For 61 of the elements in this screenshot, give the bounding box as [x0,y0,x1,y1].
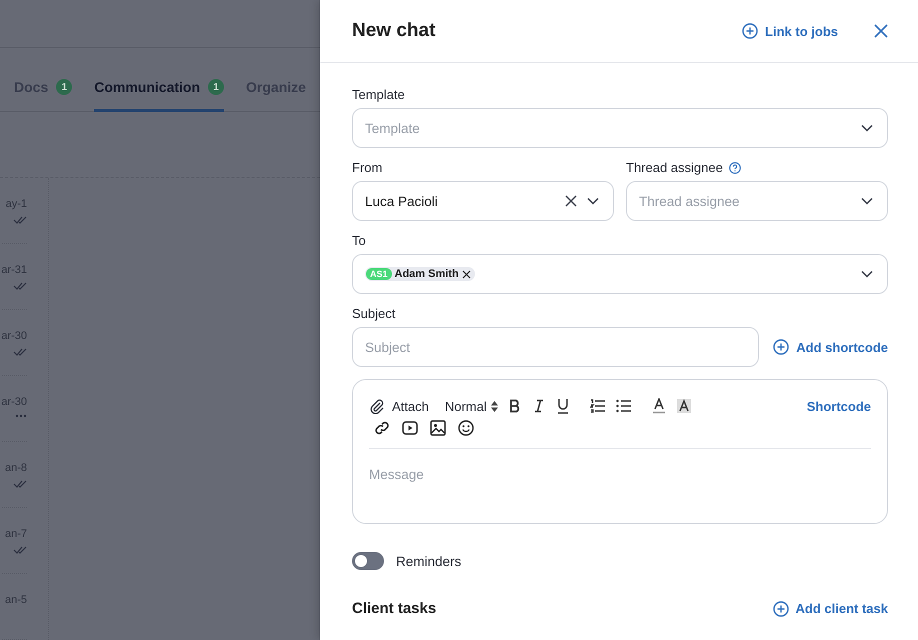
recipients-field[interactable]: AS1 Adam Smith [352,254,888,294]
toggle-label: Reminders [396,554,462,568]
message-date: ar-31 [1,264,27,276]
message-date: ar-30 [1,396,27,408]
from-dropdown[interactable]: Luca Pacioli [352,181,614,221]
numbered-list-icon[interactable] [590,399,606,413]
field-label: Subject [352,306,396,321]
chevron-down-icon [587,197,599,205]
double-check-icon [13,480,27,488]
bullet-list-icon[interactable] [616,399,632,413]
remove-icon[interactable] [462,270,471,278]
plus-circle-icon [773,339,790,355]
text-color-icon[interactable] [652,398,666,414]
plus-circle-icon [742,23,758,39]
panel-title: New chat [352,20,436,42]
count-badge: 1 [56,79,72,96]
add-shortcode-link[interactable]: Add shortcode [773,339,888,355]
help-icon[interactable] [728,162,741,174]
chevron-down-icon [861,124,873,132]
underline-icon[interactable] [556,398,570,414]
link-to-jobs-link[interactable]: Link to jobs [742,23,838,39]
field-label: Thread assignee [626,160,723,175]
subject-input[interactable]: Subject [352,327,760,367]
template-dropdown[interactable]: Template [352,108,888,148]
more-icon [15,414,27,418]
field-label: Template [352,87,406,102]
close-icon[interactable] [874,24,888,38]
highlight-color-icon[interactable] [676,398,692,414]
emoji-icon[interactable] [458,420,474,436]
add-client-task-link[interactable]: Add client task [772,600,888,616]
bold-icon[interactable] [508,399,522,413]
video-icon[interactable] [402,420,418,436]
message-date: an-7 [4,528,27,540]
message-date: an-8 [4,462,27,474]
up-down-icon [490,400,498,412]
count-badge: 1 [208,79,224,96]
message-date: ar-30 [1,330,27,342]
reminders-toggle[interactable] [352,552,384,570]
tab[interactable]: Communication 1 [94,79,224,112]
chevron-down-icon [861,197,873,205]
message-date: an-5 [4,594,27,606]
link-icon[interactable] [374,420,390,436]
double-check-icon [13,348,27,356]
double-check-icon [13,216,27,224]
attach-button[interactable]: Attach [369,398,429,414]
section-title: Client tasks [352,600,436,617]
paperclip-icon [369,398,385,414]
plus-circle-icon [772,600,789,616]
image-icon[interactable] [430,420,446,436]
clear-icon[interactable] [565,195,577,207]
message-date: ay-1 [6,198,27,210]
message-editor[interactable]: Attach Normal Shortcode Message [352,379,888,524]
double-check-icon [13,282,27,290]
field-label: From [352,160,384,175]
recipient-chip[interactable]: AS1 Adam Smith [365,267,475,281]
shortcode-link[interactable]: Shortcode [806,398,871,414]
chevron-down-icon [861,270,873,278]
double-check-icon [13,546,27,554]
format-dropdown[interactable]: Normal [444,398,498,414]
thread-assignee-dropdown[interactable]: Thread assignee [626,181,888,221]
field-label: To [352,233,367,248]
